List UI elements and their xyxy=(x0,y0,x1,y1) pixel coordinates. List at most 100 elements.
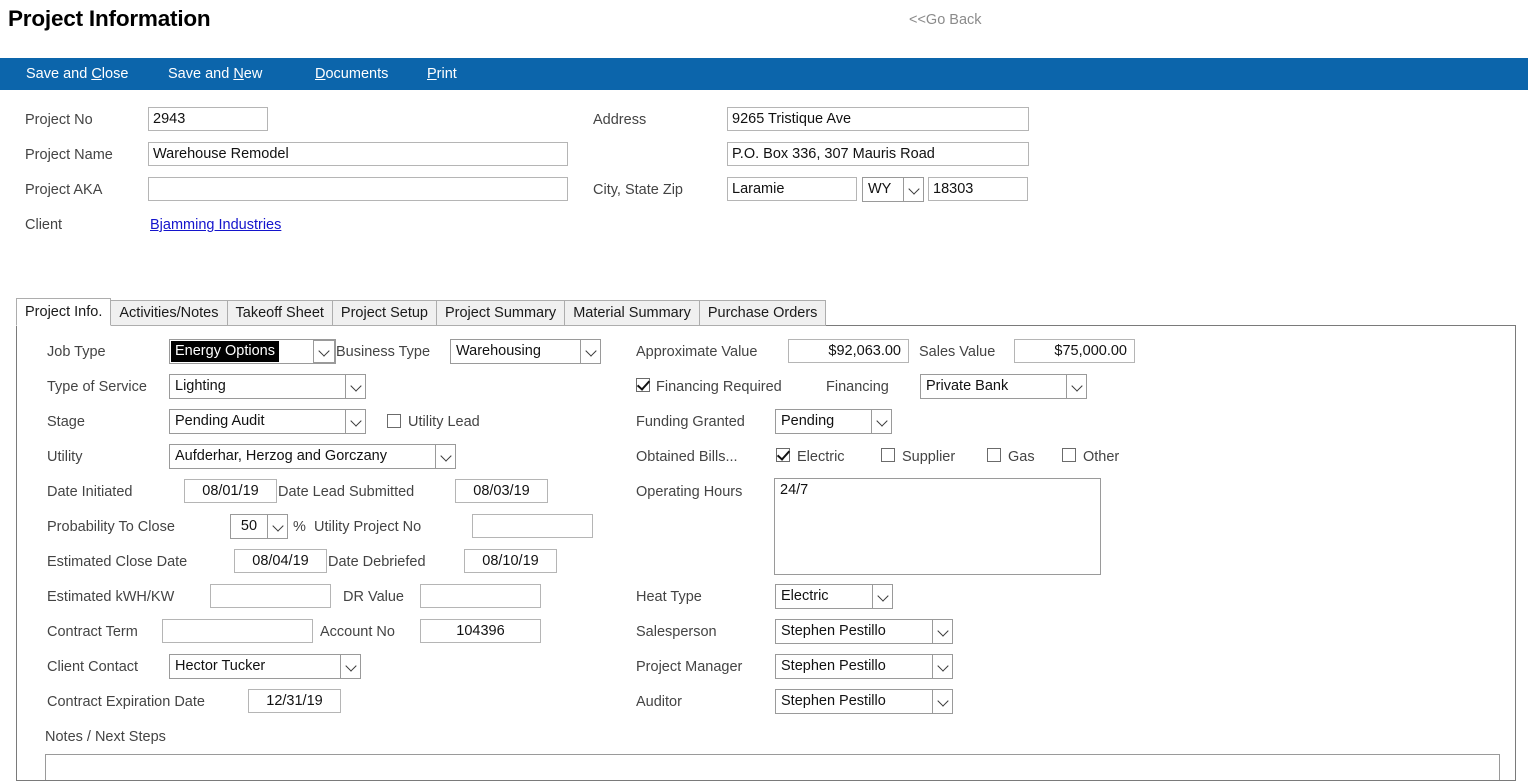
job-type-value: Energy Options xyxy=(171,341,279,362)
estimated-close-date-label: Estimated Close Date xyxy=(47,554,188,570)
tab-material-summary[interactable]: Material Summary xyxy=(564,300,700,326)
chevron-down-icon[interactable] xyxy=(932,620,952,643)
save-and-close-post: lose xyxy=(101,66,129,82)
address-line1-input[interactable] xyxy=(727,107,1029,131)
project-no-input[interactable] xyxy=(148,107,268,131)
project-info-panel: Job Type Energy Options Business Type Wa… xyxy=(16,325,1516,781)
account-no-input[interactable] xyxy=(420,619,541,643)
financing-dropdown[interactable]: Private Bank xyxy=(920,374,1087,399)
project-manager-label: Project Manager xyxy=(636,659,743,675)
tab-activities-notes[interactable]: Activities/Notes xyxy=(110,300,228,326)
funding-granted-label: Funding Granted xyxy=(636,414,745,430)
chevron-down-icon[interactable] xyxy=(580,340,600,363)
stage-value: Pending Audit xyxy=(175,413,265,429)
tab-takeoff-sheet[interactable]: Takeoff Sheet xyxy=(226,300,333,326)
project-manager-dropdown[interactable]: Stephen Pestillo xyxy=(775,654,953,679)
job-type-label: Job Type xyxy=(47,344,106,360)
go-back-link[interactable]: <<Go Back xyxy=(909,12,982,28)
save-and-new-post: ew xyxy=(243,66,263,82)
address-line2-input[interactable] xyxy=(727,142,1029,166)
chevron-down-icon[interactable] xyxy=(1066,375,1086,398)
tab-project-setup[interactable]: Project Setup xyxy=(331,300,437,326)
estimated-kwh-kw-input[interactable] xyxy=(210,584,331,608)
utility-lead-checkbox[interactable] xyxy=(387,414,401,428)
command-bar: Save and Close Save and New Documents Pr… xyxy=(0,58,1528,90)
sales-value-input[interactable] xyxy=(1014,339,1135,363)
sales-value-label: Sales Value xyxy=(919,344,996,360)
chevron-down-icon[interactable] xyxy=(345,375,365,398)
state-dropdown[interactable]: WY xyxy=(862,177,924,202)
chevron-down-icon[interactable] xyxy=(340,655,360,678)
utility-dropdown[interactable]: Aufderhar, Herzog and Gorczany xyxy=(169,444,456,469)
chevron-down-icon[interactable] xyxy=(435,445,455,468)
tab-project-info[interactable]: Project Info. xyxy=(16,298,112,326)
business-type-dropdown[interactable]: Warehousing xyxy=(450,339,601,364)
stage-dropdown[interactable]: Pending Audit xyxy=(169,409,366,434)
client-contact-dropdown[interactable]: Hector Tucker xyxy=(169,654,361,679)
date-lead-submitted-input[interactable] xyxy=(455,479,548,503)
city-input[interactable] xyxy=(727,177,857,201)
utility-project-no-input[interactable] xyxy=(472,514,593,538)
job-type-dropdown[interactable]: Energy Options xyxy=(169,339,336,364)
probability-to-close-dropdown[interactable]: 50 xyxy=(230,514,288,539)
obtained-bills-supplier-checkbox[interactable] xyxy=(881,448,895,462)
project-no-label: Project No xyxy=(25,112,93,128)
obtained-bills-gas-checkbox[interactable] xyxy=(987,448,1001,462)
print-button[interactable]: Print xyxy=(427,66,457,82)
documents-button[interactable]: Documents xyxy=(315,66,427,82)
client-contact-label: Client Contact xyxy=(47,659,139,675)
print-accel: P xyxy=(427,66,437,82)
client-link[interactable]: Bjamming Industries xyxy=(150,217,281,233)
operating-hours-textarea[interactable] xyxy=(774,478,1101,575)
approximate-value-input[interactable] xyxy=(788,339,909,363)
address-label: Address xyxy=(593,112,647,128)
obtained-bills-gas-label: Gas xyxy=(1008,449,1035,465)
tab-purchase-orders[interactable]: Purchase Orders xyxy=(698,300,827,326)
save-and-close-button[interactable]: Save and Close xyxy=(26,66,168,82)
utility-project-no-label: Utility Project No xyxy=(314,519,422,535)
notes-next-steps-textarea[interactable] xyxy=(45,754,1500,780)
date-debriefed-input[interactable] xyxy=(464,549,557,573)
chevron-down-icon[interactable] xyxy=(871,410,891,433)
save-and-new-pre: Save and xyxy=(168,66,234,82)
state-value: WY xyxy=(868,181,892,197)
obtained-bills-other-checkbox[interactable] xyxy=(1062,448,1076,462)
chevron-down-icon[interactable] xyxy=(903,178,923,201)
project-aka-input[interactable] xyxy=(148,177,568,201)
auditor-dropdown[interactable]: Stephen Pestillo xyxy=(775,689,953,714)
tab-project-summary[interactable]: Project Summary xyxy=(435,300,566,326)
business-type-label: Business Type xyxy=(336,344,431,360)
chevron-down-icon[interactable] xyxy=(872,585,892,608)
probability-to-close-label: Probability To Close xyxy=(47,519,175,535)
chevron-down-icon[interactable] xyxy=(313,340,335,363)
estimated-close-date-input[interactable] xyxy=(234,549,327,573)
probability-to-close-value: 50 xyxy=(240,518,258,534)
salesperson-dropdown[interactable]: Stephen Pestillo xyxy=(775,619,953,644)
contract-term-input[interactable] xyxy=(162,619,313,643)
date-initiated-label: Date Initiated xyxy=(47,484,133,500)
date-initiated-input[interactable] xyxy=(184,479,277,503)
save-and-new-button[interactable]: Save and New xyxy=(168,66,268,82)
obtained-bills-electric-checkbox[interactable] xyxy=(776,448,790,462)
probability-unit-label: % xyxy=(293,519,306,535)
financing-required-checkbox[interactable] xyxy=(636,378,650,392)
contract-expiration-date-input[interactable] xyxy=(248,689,341,713)
chevron-down-icon[interactable] xyxy=(932,690,952,713)
tab-strip: Project Info. Activities/Notes Takeoff S… xyxy=(16,298,827,326)
zip-input[interactable] xyxy=(928,177,1028,201)
dr-value-input[interactable] xyxy=(420,584,541,608)
project-name-input[interactable] xyxy=(148,142,568,166)
type-of-service-dropdown[interactable]: Lighting xyxy=(169,374,366,399)
chevron-down-icon[interactable] xyxy=(932,655,952,678)
funding-granted-dropdown[interactable]: Pending xyxy=(775,409,892,434)
page-header: Project Information <<Go Back xyxy=(0,0,1528,58)
salesperson-value: Stephen Pestillo xyxy=(781,623,886,639)
project-name-label: Project Name xyxy=(25,147,113,163)
chevron-down-icon[interactable] xyxy=(345,410,365,433)
utility-value: Aufderhar, Herzog and Gorczany xyxy=(175,448,387,464)
heat-type-dropdown[interactable]: Electric xyxy=(775,584,893,609)
notes-next-steps-label: Notes / Next Steps xyxy=(45,729,166,745)
funding-granted-value: Pending xyxy=(781,413,835,429)
obtained-bills-label: Obtained Bills... xyxy=(636,449,738,465)
chevron-down-icon[interactable] xyxy=(267,515,287,538)
